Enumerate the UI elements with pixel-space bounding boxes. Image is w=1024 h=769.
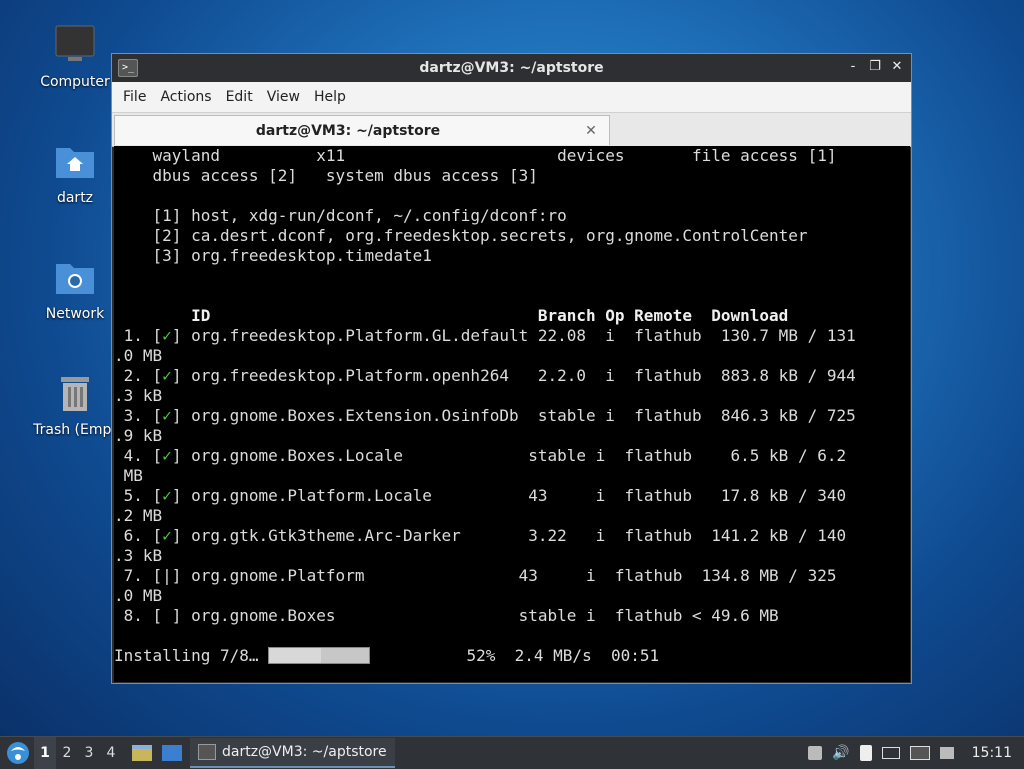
- status-suffix: 52% 2.4 MB/s 00:51: [370, 646, 660, 665]
- row-text: ] org.freedesktop.Platform.GL.default 22…: [171, 326, 856, 345]
- desktop-icon-home[interactable]: dartz: [27, 140, 123, 206]
- terminal-line: [2] ca.desrt.dconf, org.freedesktop.secr…: [114, 226, 808, 245]
- check-icon: ✓: [162, 526, 172, 545]
- check-icon: ✓: [162, 326, 172, 345]
- row-wrap: .3 kB: [114, 386, 163, 405]
- trash-icon: [61, 377, 89, 411]
- row-prefix: 1. [: [114, 326, 163, 345]
- menu-help[interactable]: Help: [307, 89, 353, 105]
- row-prefix: 5. [: [114, 486, 163, 505]
- row-wrap: MB: [114, 466, 143, 485]
- row-prefix: 6. [: [114, 526, 163, 545]
- clipboard-icon[interactable]: [859, 745, 872, 761]
- minimize-button[interactable]: -: [845, 58, 861, 76]
- desktop-icon-trash[interactable]: Trash (Empt: [27, 372, 123, 438]
- row-wrap: .2 MB: [114, 506, 163, 525]
- install-status: Installing 7/8… 52% 2.4 MB/s 00:51: [114, 646, 659, 666]
- network-icon[interactable]: [909, 746, 930, 760]
- table-row: 7. [|] org.gnome.Platform 43 i flathub 1…: [114, 566, 837, 585]
- updates-icon[interactable]: [808, 746, 823, 760]
- network-folder-icon: [56, 264, 94, 294]
- row-wrap: .3 kB: [114, 546, 163, 565]
- table-row: 3. [✓] org.gnome.Boxes.Extension.OsinfoD…: [114, 406, 856, 426]
- clock[interactable]: 15:11: [972, 745, 1012, 761]
- computer-icon: [55, 25, 95, 61]
- table-header: ID Branch Op Remote Download: [114, 306, 789, 325]
- progress-bar: [268, 647, 371, 664]
- desktop-icon-computer[interactable]: Computer: [27, 24, 123, 90]
- row-wrap: .9 kB: [114, 426, 163, 445]
- desktop-icon-label: Network: [45, 306, 105, 322]
- tab-bar: dartz@VM3: ~/aptstore ✕: [112, 113, 911, 147]
- table-row: 8. [ ] org.gnome.Boxes stable i flathub …: [114, 606, 779, 625]
- row-text: ] org.gnome.Boxes.Extension.OsinfoDb sta…: [171, 406, 856, 425]
- file-manager-launcher-icon[interactable]: [130, 741, 154, 765]
- terminal-line: wayland x11 devices file access [1]: [114, 146, 837, 165]
- workspace-4[interactable]: 4: [100, 745, 122, 761]
- row-text: ] org.gnome.Platform.Locale 43 i flathub…: [171, 486, 847, 505]
- menu-actions[interactable]: Actions: [153, 89, 218, 105]
- volume-icon[interactable]: 🔊: [832, 745, 849, 761]
- row-prefix: 2. [: [114, 366, 163, 385]
- maximize-button[interactable]: ❐: [867, 58, 883, 76]
- check-icon: ✓: [162, 486, 172, 505]
- desktop-icon-label: Trash (Empt: [33, 422, 117, 438]
- table-row: 4. [✓] org.gnome.Boxes.Locale stable i f…: [114, 446, 846, 466]
- battery-icon[interactable]: [881, 747, 900, 759]
- taskbar: 1 2 3 4 dartz@VM3: ~/aptstore 🔊 15:11: [0, 736, 1024, 769]
- table-row: 1. [✓] org.freedesktop.Platform.GL.defau…: [114, 326, 856, 346]
- desktop-icon-label: dartz: [56, 190, 94, 206]
- menu-file[interactable]: File: [116, 89, 153, 105]
- tab-close-icon[interactable]: ✕: [581, 123, 601, 139]
- table-row: 5. [✓] org.gnome.Platform.Locale 43 i fl…: [114, 486, 846, 506]
- check-icon: ✓: [162, 406, 172, 425]
- terminal-icon: [198, 744, 216, 760]
- table-row: 6. [✓] org.gtk.Gtk3theme.Arc-Darker 3.22…: [114, 526, 846, 546]
- row-wrap: .0 MB: [114, 586, 163, 605]
- workspace-1[interactable]: 1: [34, 737, 56, 769]
- row-prefix: 4. [: [114, 446, 163, 465]
- terminal-line: dbus access [2] system dbus access [3]: [114, 166, 538, 185]
- window-title: dartz@VM3: ~/aptstore: [419, 60, 604, 76]
- row-text: ] org.gnome.Boxes.Locale stable i flathu…: [171, 446, 847, 465]
- notification-icon[interactable]: [939, 747, 954, 759]
- app-menu-icon[interactable]: [2, 737, 34, 769]
- row-prefix: 3. [: [114, 406, 163, 425]
- status-prefix: Installing 7/8…: [114, 646, 259, 665]
- menubar: File Actions Edit View Help: [112, 82, 911, 113]
- terminal-line: [1] host, xdg-run/dconf, ~/.config/dconf…: [114, 206, 567, 225]
- tab-terminal[interactable]: dartz@VM3: ~/aptstore ✕: [114, 115, 610, 145]
- system-tray: 🔊 15:11: [808, 745, 1024, 761]
- terminal-window[interactable]: >_ dartz@VM3: ~/aptstore - ❐ ✕ File Acti…: [111, 53, 912, 684]
- terminal-line: [3] org.freedesktop.timedate1: [114, 246, 432, 265]
- menu-edit[interactable]: Edit: [219, 89, 260, 105]
- row-text: ] org.gtk.Gtk3theme.Arc-Darker 3.22 i fl…: [171, 526, 847, 545]
- close-button[interactable]: ✕: [889, 58, 905, 76]
- taskbar-window-button[interactable]: dartz@VM3: ~/aptstore: [190, 738, 395, 768]
- terminal-icon: >_: [118, 59, 138, 77]
- desktop-icon-network[interactable]: Network: [27, 256, 123, 322]
- workspace-2[interactable]: 2: [56, 745, 78, 761]
- row-text: ] org.freedesktop.Platform.openh264 2.2.…: [171, 366, 856, 385]
- row-wrap: .0 MB: [114, 346, 163, 365]
- window-titlebar[interactable]: >_ dartz@VM3: ~/aptstore - ❐ ✕: [112, 54, 911, 82]
- table-row: 2. [✓] org.freedesktop.Platform.openh264…: [114, 366, 856, 386]
- home-folder-icon: [56, 148, 94, 178]
- desktop-launcher-icon[interactable]: [160, 741, 184, 765]
- taskbar-window-label: dartz@VM3: ~/aptstore: [222, 744, 387, 760]
- tab-label: dartz@VM3: ~/aptstore: [255, 122, 441, 139]
- desktop-icon-label: Computer: [40, 74, 110, 90]
- terminal-output[interactable]: wayland x11 devices file access [1] dbus…: [114, 146, 910, 682]
- check-icon: ✓: [162, 366, 172, 385]
- workspace-3[interactable]: 3: [78, 745, 100, 761]
- check-icon: ✓: [162, 446, 172, 465]
- menu-view[interactable]: View: [260, 89, 307, 105]
